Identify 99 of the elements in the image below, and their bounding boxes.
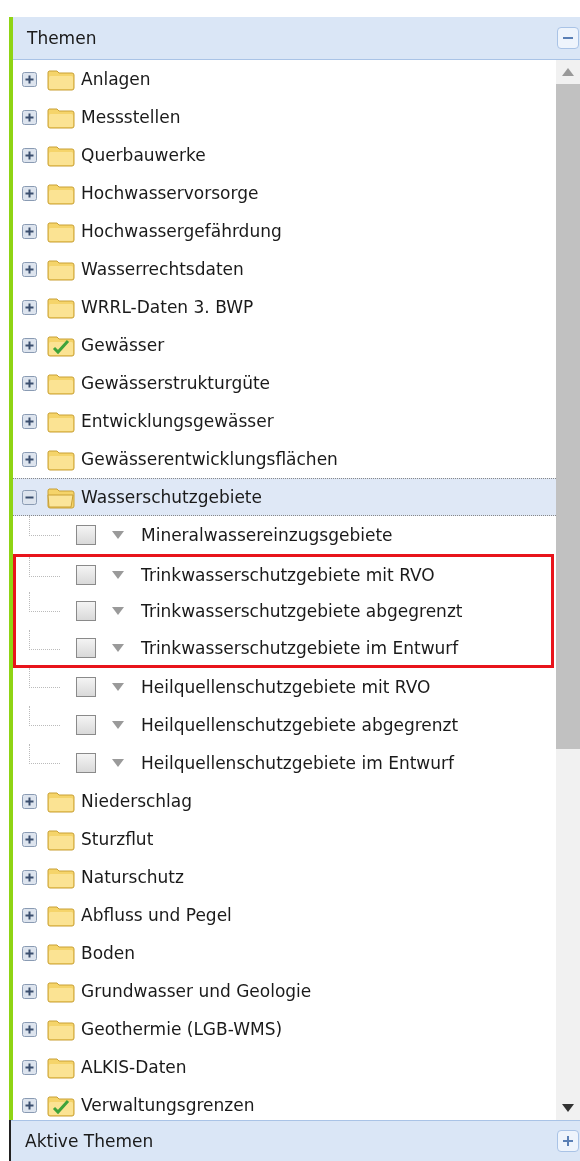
expander-icon[interactable] — [22, 907, 37, 923]
expander-icon[interactable] — [22, 1059, 37, 1075]
scrollbar[interactable] — [556, 60, 580, 1120]
layer-group-label: Hochwasservorsorge — [81, 183, 259, 203]
dropdown-caret-icon[interactable] — [112, 607, 124, 615]
tree-item[interactable]: Abfluss und Pegel — [13, 896, 556, 934]
expander-icon[interactable] — [22, 375, 37, 391]
layer-checkbox[interactable] — [76, 525, 96, 545]
expander-icon[interactable] — [22, 983, 37, 999]
layer-group-label: Gewässerstrukturgüte — [81, 373, 271, 393]
layer-label: Heilquellenschutzgebiete mit RVO — [141, 677, 431, 697]
scrollbar-thumb[interactable] — [556, 84, 580, 749]
tree-item[interactable]: Querbauwerke — [13, 136, 556, 174]
expander-icon[interactable] — [22, 793, 37, 809]
tree-item[interactable]: Wasserrechtsdaten — [13, 250, 556, 288]
tree-item[interactable]: Hochwassergefährdung — [13, 212, 556, 250]
layer-label: Heilquellenschutzgebiete im Entwurf — [141, 753, 454, 773]
expander-icon[interactable] — [22, 185, 37, 201]
layer-group-label: Gewässer — [81, 335, 165, 355]
collapse-button[interactable] — [557, 27, 579, 49]
layer-label: Trinkwasserschutzgebiete im Entwurf — [141, 637, 459, 658]
layer-group-label: Entwicklungsgewässer — [81, 411, 274, 431]
tree-item[interactable]: Gewässer — [13, 326, 556, 364]
layer-label: Heilquellenschutzgebiete abgegrenzt — [141, 715, 459, 735]
tree-item[interactable]: Boden — [13, 934, 556, 972]
expander-icon[interactable] — [22, 109, 37, 125]
layer-group-label: Anlagen — [81, 69, 151, 89]
layer-checkbox[interactable] — [76, 601, 96, 621]
layer-label: Trinkwasserschutzgebiete abgegrenzt — [141, 601, 463, 621]
expander-icon[interactable] — [22, 451, 37, 467]
expander-icon[interactable] — [22, 223, 37, 239]
layer-group-label: Naturschutz — [81, 867, 184, 887]
layer-item[interactable]: Mineralwassereinzugsgebiete — [13, 516, 556, 554]
tree-item[interactable]: Wasserschutzgebiete — [13, 478, 556, 516]
tree-item[interactable]: Niederschlag — [13, 782, 556, 820]
expander-icon[interactable] — [22, 945, 37, 961]
expander-icon[interactable] — [22, 869, 37, 885]
layer-label: Trinkwasserschutzgebiete mit RVO — [141, 564, 435, 585]
expander-icon[interactable] — [22, 299, 37, 315]
layer-group-label: Messstellen — [81, 107, 181, 127]
layer-item[interactable]: Heilquellenschutzgebiete abgegrenzt — [13, 706, 556, 744]
expander-icon[interactable] — [22, 1097, 37, 1113]
expander-icon[interactable] — [22, 71, 37, 87]
layer-item[interactable]: Heilquellenschutzgebiete mit RVO — [13, 668, 556, 706]
layer-group-label: Wasserschutzgebiete — [81, 487, 262, 507]
expand-button[interactable] — [557, 1130, 579, 1152]
tree-item[interactable]: Gewässerstrukturgüte — [13, 364, 556, 402]
expander-icon[interactable] — [22, 261, 37, 277]
dropdown-caret-icon[interactable] — [112, 721, 124, 729]
tree-item[interactable]: Grundwasser und Geologie — [13, 972, 556, 1010]
layer-group-label: Abfluss und Pegel — [81, 905, 232, 925]
tree-item[interactable]: Anlagen — [13, 60, 556, 98]
tree-item[interactable]: Messstellen — [13, 98, 556, 136]
tree-item[interactable]: Naturschutz — [13, 858, 556, 896]
layer-group-label: Verwaltungsgrenzen — [81, 1095, 255, 1115]
dropdown-caret-icon[interactable] — [112, 683, 124, 691]
layer-checkbox[interactable] — [76, 753, 96, 773]
panel-title: Themen — [27, 28, 97, 48]
layer-group-label: Geothermie (LGB-WMS) — [81, 1019, 283, 1039]
layer-group-label: Querbauwerke — [81, 145, 206, 165]
layer-group-label: Boden — [81, 943, 136, 963]
layer-group-label: Hochwassergefährdung — [81, 221, 282, 241]
layer-group-label: Grundwasser und Geologie — [81, 981, 312, 1001]
layer-group-label: Wasserrechtsdaten — [81, 259, 244, 279]
layer-group-label: Sturzflut — [81, 829, 154, 849]
layer-item[interactable]: Trinkwasserschutzgebiete abgegrenzt — [13, 592, 554, 630]
layer-item[interactable]: Trinkwasserschutzgebiete mit RVO — [13, 554, 554, 592]
layer-item[interactable]: Heilquellenschutzgebiete im Entwurf — [13, 744, 556, 782]
layer-checkbox[interactable] — [76, 637, 96, 658]
tree-item[interactable]: Gewässerentwicklungsflächen — [13, 440, 556, 478]
expander-icon[interactable] — [22, 831, 37, 847]
tree-item[interactable]: WRRL-Daten 3. BWP — [13, 288, 556, 326]
expander-icon[interactable] — [22, 413, 37, 429]
layer-checkbox[interactable] — [76, 564, 96, 585]
layer-checkbox[interactable] — [76, 715, 96, 735]
layer-group-label: Gewässerentwicklungsflächen — [81, 449, 338, 469]
tree-item[interactable]: Hochwasservorsorge — [13, 174, 556, 212]
layer-item[interactable]: Trinkwasserschutzgebiete im Entwurf — [13, 630, 554, 668]
expander-icon[interactable] — [22, 489, 37, 505]
layer-group-label: WRRL-Daten 3. BWP — [81, 297, 254, 317]
dropdown-caret-icon[interactable] — [112, 759, 124, 767]
dropdown-caret-icon[interactable] — [112, 643, 124, 652]
tree-item[interactable]: Sturzflut — [13, 820, 556, 858]
layer-label: Mineralwassereinzugsgebiete — [141, 525, 393, 545]
scroll-down-icon[interactable] — [562, 1104, 574, 1112]
tree-item[interactable]: ALKIS-Daten — [13, 1048, 556, 1086]
tree-item[interactable]: Entwicklungsgewässer — [13, 402, 556, 440]
dropdown-caret-icon[interactable] — [112, 531, 124, 539]
dropdown-caret-icon[interactable] — [112, 570, 124, 579]
expander-icon[interactable] — [22, 337, 37, 353]
tree-item[interactable]: Geothermie (LGB-WMS) — [13, 1010, 556, 1048]
layer-group-label: ALKIS-Daten — [81, 1057, 187, 1077]
tree-item[interactable]: Verwaltungsgrenzen — [13, 1086, 556, 1120]
expander-icon[interactable] — [22, 1021, 37, 1037]
expander-icon[interactable] — [22, 147, 37, 163]
panel-title: Aktive Themen — [25, 1131, 154, 1151]
layer-checkbox[interactable] — [76, 677, 96, 697]
layer-group-label: Niederschlag — [81, 791, 193, 811]
plus-icon — [562, 1135, 574, 1147]
